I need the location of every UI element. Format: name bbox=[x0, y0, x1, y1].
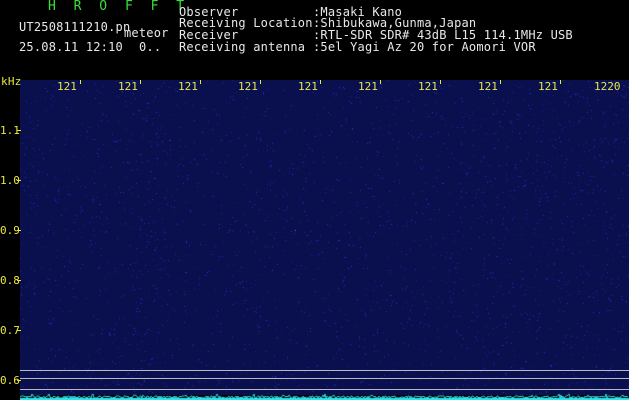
x-tick-label: 121 bbox=[298, 80, 318, 93]
detection-label: meteor bbox=[124, 26, 169, 40]
meteor-count: 0.. bbox=[139, 40, 162, 54]
x-tick-label: 121 bbox=[238, 80, 258, 93]
reference-line bbox=[20, 378, 629, 379]
x-tick-mark bbox=[500, 80, 501, 84]
y-tick-label: 1.1 bbox=[0, 124, 20, 137]
x-tick-label: 121 bbox=[57, 80, 77, 93]
spectrogram-plot bbox=[20, 80, 629, 395]
x-tick-mark bbox=[80, 80, 81, 84]
app-logo: H R O F F T bbox=[48, 0, 190, 14]
y-tick-label: 0.8 bbox=[0, 274, 20, 287]
x-tick-mark bbox=[380, 80, 381, 84]
y-tick-label: 0.7 bbox=[0, 324, 20, 337]
y-tick-mark bbox=[17, 130, 21, 131]
capture-datetime: 25.08.11 12:10 bbox=[19, 40, 123, 54]
x-tick-label: 121 bbox=[118, 80, 138, 93]
spectrogram-noise bbox=[20, 80, 629, 395]
y-tick-mark bbox=[17, 180, 21, 181]
y-tick-label: 0.6 bbox=[0, 374, 20, 387]
antenna-label: Receiving antenna bbox=[179, 40, 306, 54]
y-tick-mark bbox=[17, 230, 21, 231]
x-tick-label: 121 bbox=[358, 80, 378, 93]
antenna-value: :5el Yagi Az 20 for Aomori VOR bbox=[313, 40, 536, 54]
y-axis-unit: kHz bbox=[1, 75, 22, 88]
y-tick-label: 0.9 bbox=[0, 224, 20, 237]
image-filename: UT2508111210.pn bbox=[19, 20, 131, 34]
x-tick-mark bbox=[440, 80, 441, 84]
y-tick-mark bbox=[17, 330, 21, 331]
y-tick-mark bbox=[17, 280, 21, 281]
x-tick-label: 1220 bbox=[594, 80, 621, 93]
y-tick-mark bbox=[17, 380, 21, 381]
y-tick-label: 1.0 bbox=[0, 174, 20, 187]
x-tick-label: 121 bbox=[178, 80, 198, 93]
spectrum-trace bbox=[20, 388, 629, 400]
x-tick-mark bbox=[140, 80, 141, 84]
x-tick-mark bbox=[320, 80, 321, 84]
x-tick-mark bbox=[560, 80, 561, 84]
reference-line bbox=[20, 370, 629, 371]
x-tick-mark bbox=[200, 80, 201, 84]
x-tick-mark bbox=[260, 80, 261, 84]
x-tick-label: 121 bbox=[418, 80, 438, 93]
x-tick-label: 121 bbox=[538, 80, 558, 93]
x-tick-label: 121 bbox=[478, 80, 498, 93]
